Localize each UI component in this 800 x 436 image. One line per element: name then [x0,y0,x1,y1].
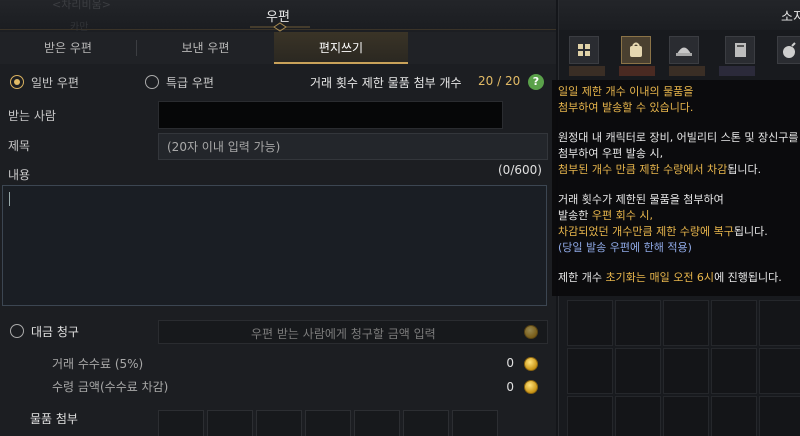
item-strip [619,66,655,76]
fee-value: 0 [506,356,514,370]
inventory-slot[interactable] [759,348,800,394]
hat-icon[interactable] [669,36,699,64]
mail-tabs: 받은 우편 보낸 우편 편지쓰기 [0,32,556,64]
item-strip [569,66,605,76]
attachment-slot[interactable] [305,410,351,436]
inventory-slot[interactable] [567,300,613,346]
tooltip-line: 됩니다. [727,163,762,176]
question-icon[interactable]: ? [528,74,544,90]
tooltip-paragraph: 원정대 내 캐릭터로 장비, 어빌리티 스톤 및 장신구를 첨부하여 우편 발송… [558,130,799,178]
subject-label: 제목 [8,139,31,153]
bag-icon[interactable] [621,36,651,64]
recipient-input[interactable] [158,101,503,129]
inventory-slot[interactable] [663,348,709,394]
inventory-slot[interactable] [567,396,613,436]
tooltip-line: 발송한 [558,209,592,222]
attachment-label: 물품 첨부 [30,412,78,426]
attachment-slot[interactable] [403,410,449,436]
mail-title-bar: <차리비움> 카만 우편 [0,0,556,33]
gold-coin-icon [524,380,538,394]
tab-received[interactable]: 받은 우편 [0,32,136,64]
tab-sent[interactable]: 보낸 우편 [137,32,274,64]
tooltip-highlight: 차감되었던 개수만큼 제한 수량에 복구 [558,225,734,238]
inventory-title-bar: 소지 [559,0,800,30]
content-textarea[interactable] [2,185,547,306]
content-counter: (0/600) [498,163,542,177]
inventory-slot[interactable] [663,396,709,436]
tooltip-line: 원정대 내 캐릭터로 장비, 어빌리티 스톤 및 장신구를 [558,131,799,144]
receive-amount-value: 0 [506,380,514,394]
item-strip [719,66,755,76]
tooltip-highlight: 첨부된 개수 만큼 제한 수량에서 차감 [558,163,728,176]
express-mail-label: 특급 우편 [166,76,214,90]
content-label: 내용 [8,168,31,182]
billing-amount-input[interactable]: 우편 받는 사람에게 청구할 금액 입력 [158,320,548,344]
billing-label: 대금 청구 [31,325,79,339]
tooltip-paragraph: 일일 제한 개수 이내의 물품을 첨부하여 발송할 수 있습니다. [558,84,794,116]
inventory-slot[interactable] [663,300,709,346]
fee-label: 거래 수수료 (5%) [52,357,144,371]
tab-write[interactable]: 편지쓰기 [274,32,408,64]
inventory-slot[interactable] [615,300,661,346]
tooltip-paragraph: 거래 횟수가 제한된 물품을 첨부하여 발송한 우편 회수 시, 차감되었던 개… [558,192,794,256]
text-caret [9,192,10,206]
inventory-slot[interactable] [615,348,661,394]
ornament-icon [250,22,310,32]
trade-limit-label: 거래 횟수 제한 물품 첨부 개수 [310,76,462,90]
inventory-title: 소지 [781,10,800,25]
inventory-slot[interactable] [567,348,613,394]
radio-billing[interactable] [10,324,24,338]
recipient-label: 받는 사람 [8,109,56,123]
trade-limit-tooltip: 일일 제한 개수 이내의 물품을 첨부하여 발송할 수 있습니다. 원정대 내 … [552,80,800,296]
tooltip-line: 거래 횟수가 제한된 물품을 첨부하여 [558,193,724,206]
subject-placeholder: (20자 이내 입력 가능) [167,140,281,154]
tooltip-note: (당일 발송 우편에 한해 적용) [558,241,692,254]
book-icon[interactable] [725,36,755,64]
receive-amount-label: 수령 금액(수수료 차감) [52,380,169,394]
tooltip-line: 에 진행됩니다. [714,271,782,284]
normal-mail-label: 일반 우편 [31,76,79,90]
inventory-slot[interactable] [615,396,661,436]
inventory-slot[interactable] [759,396,800,436]
inventory-slot[interactable] [711,348,757,394]
radio-normal-mail[interactable] [10,75,24,89]
billing-placeholder: 우편 받는 사람에게 청구할 금액 입력 [251,327,436,341]
tooltip-line: 일일 제한 개수 이내의 물품을 [558,85,694,98]
inventory-slot[interactable] [759,300,800,346]
item-strip [669,66,705,76]
tooltip-highlight: 초기화는 매일 오전 6시 [605,271,715,284]
attachment-slot[interactable] [158,410,204,436]
attachment-slot[interactable] [207,410,253,436]
grid-icon[interactable] [569,36,599,64]
inventory-slot[interactable] [711,396,757,436]
bomb-icon[interactable] [777,36,800,64]
attachment-slot[interactable] [354,410,400,436]
attachment-slot[interactable] [452,410,498,436]
inventory-slot[interactable] [711,300,757,346]
attachment-slot[interactable] [256,410,302,436]
tooltip-line: 첨부하여 우편 발송 시, [558,147,664,160]
tooltip-paragraph: 제한 개수 초기화는 매일 오전 6시에 진행됩니다. [558,270,794,286]
radio-express-mail[interactable] [145,75,159,89]
gold-coin-icon [524,325,538,339]
subject-input[interactable]: (20자 이내 입력 가능) [158,133,548,160]
gold-coin-icon [524,357,538,371]
tooltip-line: 첨부하여 발송할 수 있습니다. [558,101,694,114]
tooltip-line: 제한 개수 [558,271,606,284]
mail-panel: <차리비움> 카만 우편 받은 우편 보낸 우편 편지쓰기 일반 우편 특급 우… [0,0,556,436]
tooltip-line: 됩니다. [733,225,768,238]
tooltip-highlight: 우편 회수 시, [591,209,653,222]
trade-limit-value: 20 / 20 [478,74,521,88]
